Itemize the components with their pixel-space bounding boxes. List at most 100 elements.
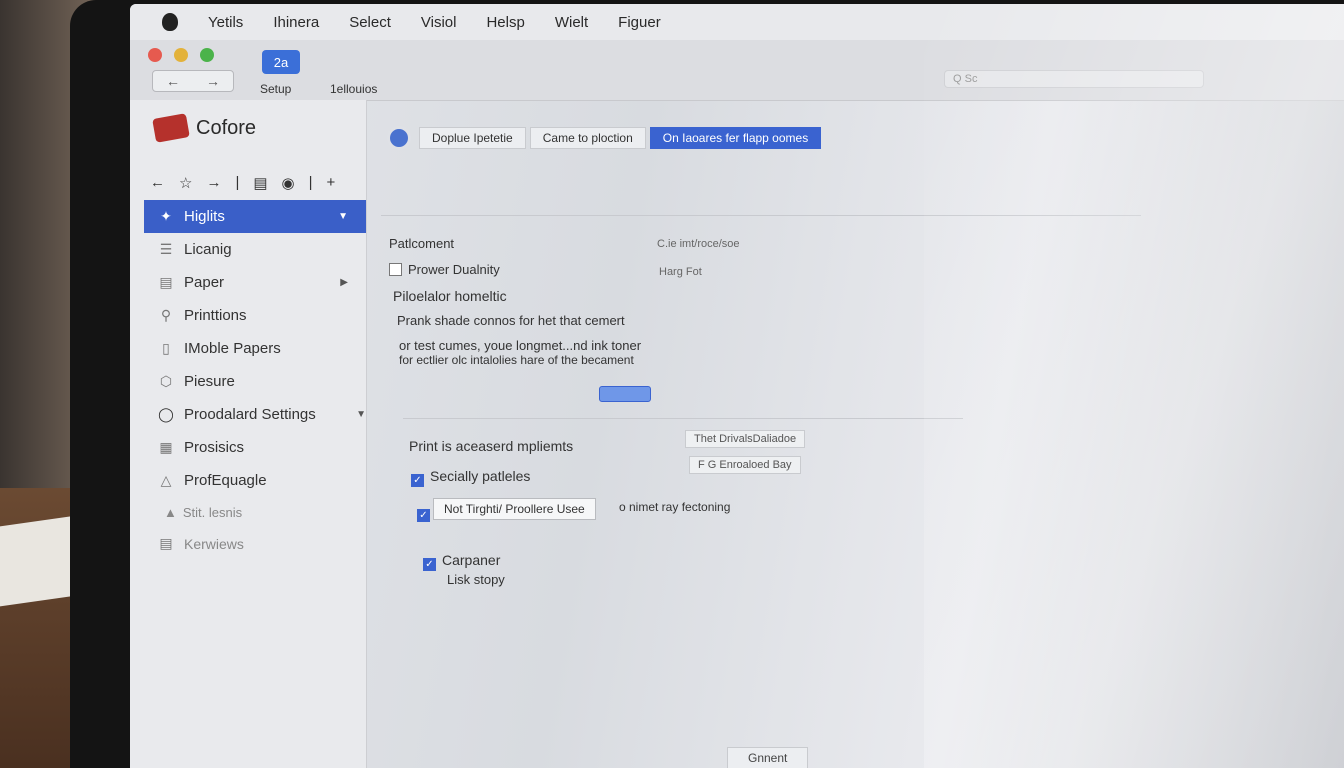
special-papers-label: Secially patleles (430, 468, 531, 484)
carpaner-option[interactable]: ✓ Carpaner (423, 552, 500, 571)
sidebar-item-label: Paper (184, 274, 225, 291)
paper-icon: ▤ (159, 274, 173, 290)
tab-bar: Doplue Ipetetie Came to ploction On Iaoa… (387, 126, 822, 150)
sidebar-item-label: Higlits (184, 208, 225, 225)
sidebar-item-label: Proodalard Settings (184, 406, 316, 423)
carpaner-checkbox[interactable]: ✓ (423, 558, 436, 571)
globe-icon[interactable]: ◉ (282, 174, 295, 192)
sidebar-item-reviews[interactable]: ▤ Kerwiews (144, 527, 366, 560)
window-controls (148, 48, 214, 62)
sidebar-item-highlights[interactable]: ✦ Higlits ▼ (144, 200, 366, 233)
sidebar: Cofore ← ☆ → | ▤ ◉ | + ✦ Higlits ▼ ☰ Lic… (130, 100, 367, 768)
tab-active[interactable]: On Iaoares fer flapp oomes (649, 127, 822, 149)
sidebar-item-licensing[interactable]: ☰ Licanig (144, 233, 366, 266)
sidebar-item-mobile-papers[interactable]: ▯ IMoble Papers (144, 332, 366, 365)
description-line-2: or test cumes, youe longmet...nd ink ton… (399, 338, 642, 353)
menu-item-4[interactable]: Visiol (421, 14, 457, 31)
sidebar-section-header[interactable]: ▲ Stit. lesnis (144, 497, 366, 527)
apple-icon[interactable] (162, 13, 178, 31)
search-icon: ⚲ (160, 307, 172, 323)
sidebar-item-prosisics[interactable]: ▦ Prosisics (144, 431, 366, 464)
close-window-button[interactable] (148, 48, 162, 62)
tab-game-to-photo[interactable]: Came to ploction (529, 127, 646, 149)
menu-item-3[interactable]: Select (349, 14, 391, 31)
sidebar-item-label: Licanig (184, 241, 232, 258)
description-line-1: Prank shade connos for het that cemert (397, 313, 625, 328)
description-line-3: for ectlier olc intalolies hare of the b… (399, 353, 634, 367)
profile-use-checkbox[interactable]: ✓ (417, 509, 430, 522)
back-icon[interactable]: ← (150, 174, 165, 192)
sidebar-list: ✦ Higlits ▼ ☰ Licanig ▤ Paper ▶ ⚲ Printt… (144, 200, 366, 560)
sidebar-item-settings[interactable]: ◯ Proodalard Settings ▼ (144, 398, 366, 431)
forward-arrow-icon[interactable]: → (193, 71, 233, 91)
menu-item-2[interactable]: Ihinera (273, 14, 319, 31)
shield-icon: ⬡ (159, 373, 173, 389)
toolbar-label-setup[interactable]: Setup (260, 82, 291, 96)
bottom-tab[interactable]: Gnnent (727, 747, 809, 768)
forward-icon[interactable]: → (206, 174, 221, 192)
sidebar-item-profequagle[interactable]: △ ProfEquagle (144, 464, 366, 497)
sidebar-item-label: IMoble Papers (184, 340, 281, 357)
menu-item-7[interactable]: Figuer (618, 14, 661, 31)
book-icon: ▤ (159, 535, 173, 551)
menu-item-1[interactable]: Yetils (208, 14, 243, 31)
sidebar-item-label: Prosisics (184, 439, 245, 456)
chevron-down-icon: ▼ (356, 409, 366, 420)
menu-item-6[interactable]: Wielt (555, 14, 588, 31)
power-duality-checkbox[interactable] (389, 263, 402, 276)
placement-label: Patlcoment (389, 236, 455, 251)
section-heading: Piloelalor homeltic (393, 288, 507, 304)
mobile-icon: ▯ (162, 340, 170, 356)
print-section-heading: Print is aceaserd mpliemts (409, 438, 574, 454)
divider-middle (403, 418, 963, 419)
adjust-slider[interactable] (599, 386, 651, 402)
power-duality-option[interactable]: Prower Dualnity (389, 262, 500, 277)
list-icon[interactable]: ▤ (253, 174, 267, 192)
tab-duplex[interactable]: Doplue Ipetetie (419, 127, 526, 149)
triangle-icon: △ (160, 472, 172, 488)
back-arrow-icon[interactable]: ← (153, 71, 193, 91)
sidebar-item-paper[interactable]: ▤ Paper ▶ (144, 266, 366, 299)
toolbar-badge-button[interactable]: 2a (262, 50, 300, 74)
separator-icon: | (235, 174, 240, 191)
chevron-right-icon: ▶ (340, 277, 348, 288)
brand-title: Cofore (196, 116, 257, 139)
tab-bar-icon[interactable] (387, 126, 411, 150)
sidebar-item-printtions[interactable]: ⚲ Printtions (144, 299, 366, 332)
enrolled-tray-dropdown[interactable]: F G Enroaloed Bay (689, 456, 801, 474)
screen: Yetils Ihinera Select Visiol Helsp Wielt… (130, 4, 1344, 768)
menubar: Yetils Ihinera Select Visiol Helsp Wielt… (130, 4, 1344, 40)
brand: Cofore (152, 113, 257, 143)
search-input[interactable]: Q Sc (944, 70, 1204, 88)
zoom-window-button[interactable] (200, 48, 214, 62)
star-icon[interactable]: ☆ (179, 174, 192, 192)
carpaner-sublabel: Lisk stopy (447, 572, 505, 587)
divider-top (381, 215, 1141, 216)
power-duality-label: Prower Dualnity (408, 262, 500, 277)
sidebar-section-label: Stit. lesnis (182, 504, 243, 520)
grid-icon: ▦ (159, 439, 173, 455)
sidebar-item-label: ProfEquagle (184, 472, 267, 489)
menu-item-5[interactable]: Helsp (486, 14, 524, 31)
gear-icon: ◯ (158, 406, 174, 422)
add-icon[interactable]: + (327, 174, 336, 192)
special-papers-checkbox[interactable]: ✓ (411, 474, 424, 487)
separator-icon-2: | (308, 174, 313, 191)
toolbar-label-secondary[interactable]: 1ellouios (330, 82, 377, 96)
placement-value: C.ie imt/roce/soe (657, 238, 740, 250)
sidebar-item-label: Kerwiews (184, 535, 244, 552)
sidebar-item-label: Piesure (184, 373, 235, 390)
driver-dropdown[interactable]: Thet DrivalsDaliadoe (685, 430, 806, 448)
document-stack-icon: ☰ (159, 241, 173, 257)
profile-use-input[interactable]: Not Tirghti/ Proollere Usee (433, 498, 596, 520)
minimize-window-button[interactable] (174, 48, 188, 62)
carpaner-label: Carpaner (442, 552, 501, 568)
main-panel: Doplue Ipetetie Came to ploction On Iaoa… (367, 100, 1344, 768)
sidebar-item-label: Printtions (184, 307, 247, 324)
sparkle-icon: ✦ (160, 208, 172, 224)
special-papers-option[interactable]: ✓ Secially patleles (411, 468, 530, 487)
sidebar-item-piesure[interactable]: ⬡ Piesure (144, 365, 366, 398)
printer-logo-icon (152, 113, 190, 143)
chevron-down-icon: ▼ (338, 211, 348, 222)
power-duality-value: Harg Fot (659, 266, 702, 278)
